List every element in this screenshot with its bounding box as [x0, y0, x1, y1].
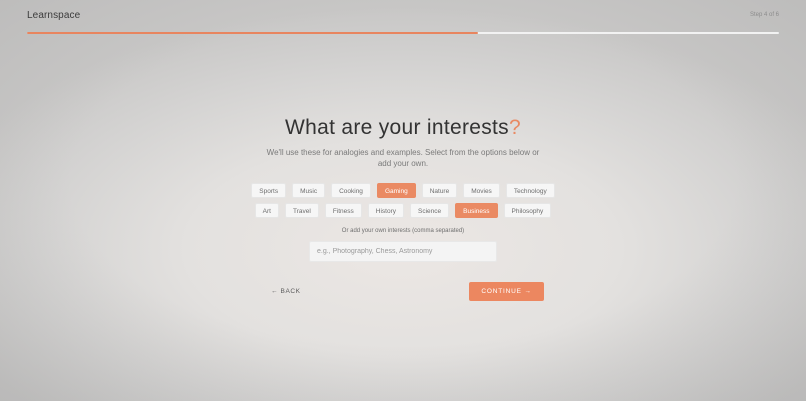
progress-bar [27, 32, 779, 34]
interest-chip-art[interactable]: Art [254, 203, 279, 218]
page-title-text: What are your interests [285, 116, 509, 139]
interest-chip-science[interactable]: Science [410, 203, 450, 218]
interest-chips-row-2: Art Travel Fitness History Science Business Ph… [0, 203, 806, 218]
interest-chip-travel[interactable]: Travel [284, 203, 319, 218]
interest-chip-movies[interactable]: Movies [463, 183, 500, 198]
interest-chip-business[interactable]: Business [455, 203, 498, 218]
title-question-mark: ? [509, 116, 521, 139]
custom-interests-label: Or add your own interests (comma separat… [341, 228, 465, 234]
background-vignette [0, 0, 806, 401]
page-subtitle: We'll use these for analogies and exampl… [258, 147, 548, 169]
interest-chip-history[interactable]: History [367, 203, 404, 218]
subtitle-line-2: add your own. [377, 159, 429, 168]
back-button[interactable]: ← BACK [271, 288, 301, 295]
interest-chip-gaming[interactable]: Gaming [376, 183, 416, 198]
app-logo[interactable]: Learnspace [27, 10, 80, 21]
interest-chip-fitness[interactable]: Fitness [324, 203, 362, 218]
progress-fill [27, 32, 479, 34]
interest-chip-technology[interactable]: Technology [505, 183, 555, 198]
step-indicator: Step 4 of 6 [749, 12, 779, 18]
continue-button[interactable]: CONTINUE → [469, 282, 544, 301]
interest-chip-philosophy[interactable]: Philosophy [503, 203, 552, 218]
interest-chip-nature[interactable]: Nature [421, 183, 458, 198]
subtitle-line-1: We'll use these for analogies and exampl… [266, 148, 540, 157]
interest-chip-cooking[interactable]: Cooking [331, 183, 371, 198]
interest-chips-row-1: Sports Music Cooking Gaming Nature Movies Tech… [0, 183, 806, 198]
interest-chip-music[interactable]: Music [292, 183, 326, 198]
page-title: What are your interests? [0, 116, 806, 140]
interest-chip-sports[interactable]: Sports [251, 183, 287, 198]
custom-interests-input[interactable] [309, 241, 497, 262]
